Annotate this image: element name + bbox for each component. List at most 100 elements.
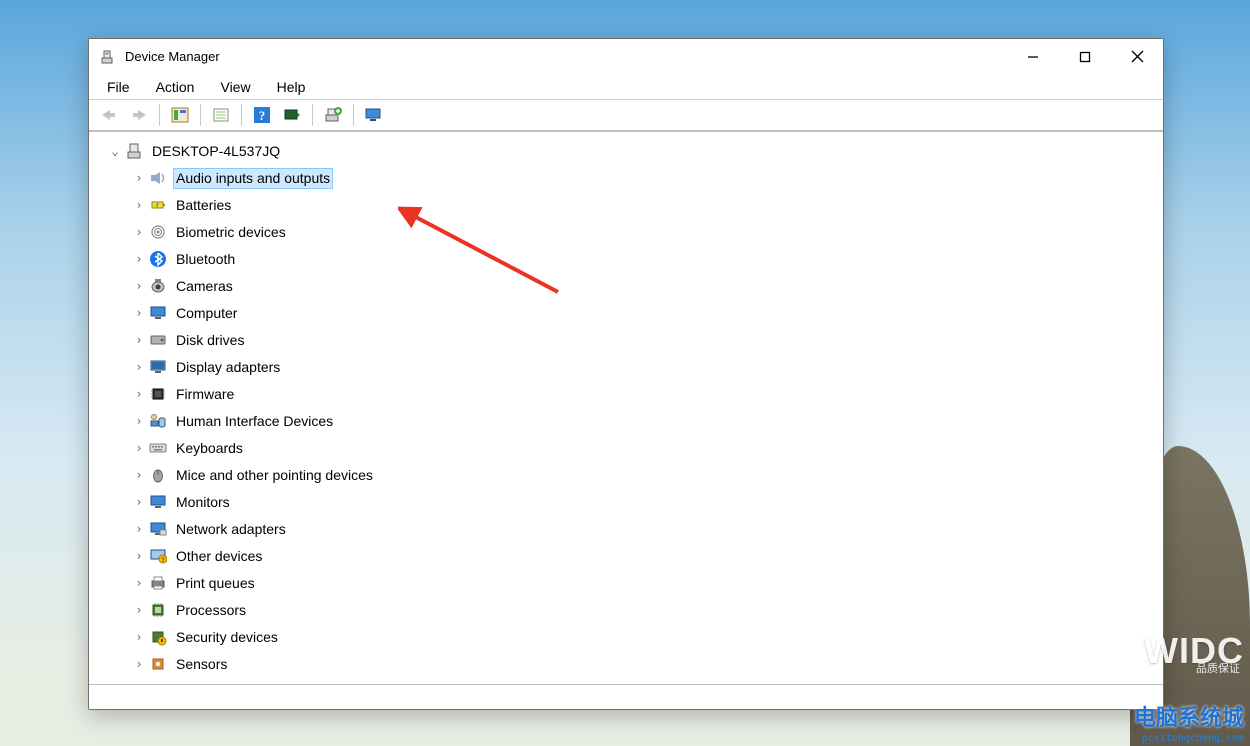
speaker-icon xyxy=(149,169,167,187)
tree-item-printer[interactable]: › Print queues xyxy=(97,570,1163,597)
tree-root[interactable]: ⌄ DESKTOP-4L537JQ xyxy=(97,138,1163,165)
computer-root-icon xyxy=(125,142,143,160)
expand-icon[interactable]: › xyxy=(131,252,147,266)
expand-icon[interactable]: › xyxy=(131,468,147,482)
content-area: ⌄ DESKTOP-4L537JQ › Audio inputs and out… xyxy=(89,131,1163,684)
tree-item-network[interactable]: › Network adapters xyxy=(97,516,1163,543)
tree-item-display[interactable]: › Display adapters xyxy=(97,354,1163,381)
remote-computer-button[interactable] xyxy=(360,102,388,128)
tree-item-label: Firmware xyxy=(173,384,237,405)
forward-button xyxy=(125,102,153,128)
keyboard-icon xyxy=(149,439,167,457)
expand-icon[interactable]: › xyxy=(131,225,147,239)
hid-icon xyxy=(149,412,167,430)
tree-item-label: Sensors xyxy=(173,654,230,675)
tree-item-hid[interactable]: › Human Interface Devices xyxy=(97,408,1163,435)
tree-item-label: Biometric devices xyxy=(173,222,289,243)
back-button xyxy=(95,102,123,128)
show-hide-console-button[interactable] xyxy=(166,102,194,128)
fingerprint-icon xyxy=(149,223,167,241)
camera-icon xyxy=(149,277,167,295)
expand-icon[interactable]: › xyxy=(131,414,147,428)
tree-item-disk[interactable]: › Disk drives xyxy=(97,327,1163,354)
expand-icon[interactable]: › xyxy=(131,387,147,401)
tree-item-label: Print queues xyxy=(173,573,258,594)
device-tree[interactable]: ⌄ DESKTOP-4L537JQ › Audio inputs and out… xyxy=(89,132,1163,684)
window-title: Device Manager xyxy=(125,49,220,64)
tree-item-mouse[interactable]: › Mice and other pointing devices xyxy=(97,462,1163,489)
bluetooth-icon xyxy=(149,250,167,268)
tree-item-monitor[interactable]: › Monitors xyxy=(97,489,1163,516)
tree-item-keyboard[interactable]: › Keyboards xyxy=(97,435,1163,462)
expand-icon[interactable]: › xyxy=(131,603,147,617)
watermark-url: pcxitongcheng.com xyxy=(1142,733,1244,744)
watermark-quality: 品质保证 xyxy=(1196,660,1240,676)
status-bar xyxy=(89,684,1163,709)
tree-item-label: Network adapters xyxy=(173,519,289,540)
menu-view[interactable]: View xyxy=(208,77,262,97)
disk-icon xyxy=(149,331,167,349)
menu-help[interactable]: Help xyxy=(265,77,318,97)
help-button[interactable]: ? xyxy=(248,102,276,128)
tree-item-label: Security devices xyxy=(173,627,281,648)
tree-item-bluetooth[interactable]: › Bluetooth xyxy=(97,246,1163,273)
minimize-button[interactable] xyxy=(1007,39,1059,75)
chip-icon xyxy=(149,385,167,403)
title-bar: Device Manager xyxy=(89,39,1163,75)
battery-icon xyxy=(149,196,167,214)
cpu-icon xyxy=(149,601,167,619)
menu-file[interactable]: File xyxy=(95,77,142,97)
root-label: DESKTOP-4L537JQ xyxy=(149,141,283,162)
tree-item-fingerprint[interactable]: › Biometric devices xyxy=(97,219,1163,246)
monitor-icon xyxy=(149,304,167,322)
tree-item-monitor[interactable]: › Computer xyxy=(97,300,1163,327)
tree-item-label: Computer xyxy=(173,303,240,324)
tree-item-label: Disk drives xyxy=(173,330,247,351)
tree-item-security[interactable]: › Security devices xyxy=(97,624,1163,651)
tree-item-sensor[interactable]: › Sensors xyxy=(97,651,1163,678)
other-icon: ? xyxy=(149,547,167,565)
tree-item-chip[interactable]: › Firmware xyxy=(97,381,1163,408)
expand-icon[interactable]: › xyxy=(131,657,147,671)
expand-icon[interactable]: › xyxy=(131,630,147,644)
tree-item-label: Monitors xyxy=(173,492,233,513)
expand-icon[interactable]: › xyxy=(131,495,147,509)
collapse-icon[interactable]: ⌄ xyxy=(107,144,123,158)
tree-item-label: Cameras xyxy=(173,276,236,297)
monitor-icon xyxy=(149,493,167,511)
tree-item-cpu[interactable]: › Processors xyxy=(97,597,1163,624)
expand-icon[interactable]: › xyxy=(131,576,147,590)
expand-icon[interactable]: › xyxy=(131,198,147,212)
tree-item-label: Other devices xyxy=(173,546,265,567)
watermark-brand: 电脑系统城 xyxy=(1134,700,1244,732)
menu-bar: File Action View Help xyxy=(89,75,1163,100)
tree-item-battery[interactable]: › Batteries xyxy=(97,192,1163,219)
mouse-icon xyxy=(149,466,167,484)
tree-item-label: Human Interface Devices xyxy=(173,411,336,432)
expand-icon[interactable]: › xyxy=(131,549,147,563)
tree-item-label: Bluetooth xyxy=(173,249,238,270)
expand-icon[interactable]: › xyxy=(131,441,147,455)
tree-item-label: Display adapters xyxy=(173,357,283,378)
properties-button[interactable] xyxy=(207,102,235,128)
menu-action[interactable]: Action xyxy=(144,77,207,97)
add-driver-button[interactable] xyxy=(319,102,347,128)
close-button[interactable] xyxy=(1111,39,1163,75)
expand-icon[interactable]: › xyxy=(131,279,147,293)
tree-item-camera[interactable]: › Cameras xyxy=(97,273,1163,300)
tree-item-label: Audio inputs and outputs xyxy=(173,168,333,189)
expand-icon[interactable]: › xyxy=(131,171,147,185)
expand-icon[interactable]: › xyxy=(131,522,147,536)
maximize-button[interactable] xyxy=(1059,39,1111,75)
tree-item-other[interactable]: › ? Other devices xyxy=(97,543,1163,570)
svg-text:?: ? xyxy=(259,108,266,123)
network-icon xyxy=(149,520,167,538)
scan-hardware-button[interactable] xyxy=(278,102,306,128)
tree-item-speaker[interactable]: › Audio inputs and outputs xyxy=(97,165,1163,192)
expand-icon[interactable]: › xyxy=(131,360,147,374)
tree-item-label: Processors xyxy=(173,600,249,621)
expand-icon[interactable]: › xyxy=(131,306,147,320)
display-icon xyxy=(149,358,167,376)
svg-text:?: ? xyxy=(161,558,165,564)
expand-icon[interactable]: › xyxy=(131,333,147,347)
